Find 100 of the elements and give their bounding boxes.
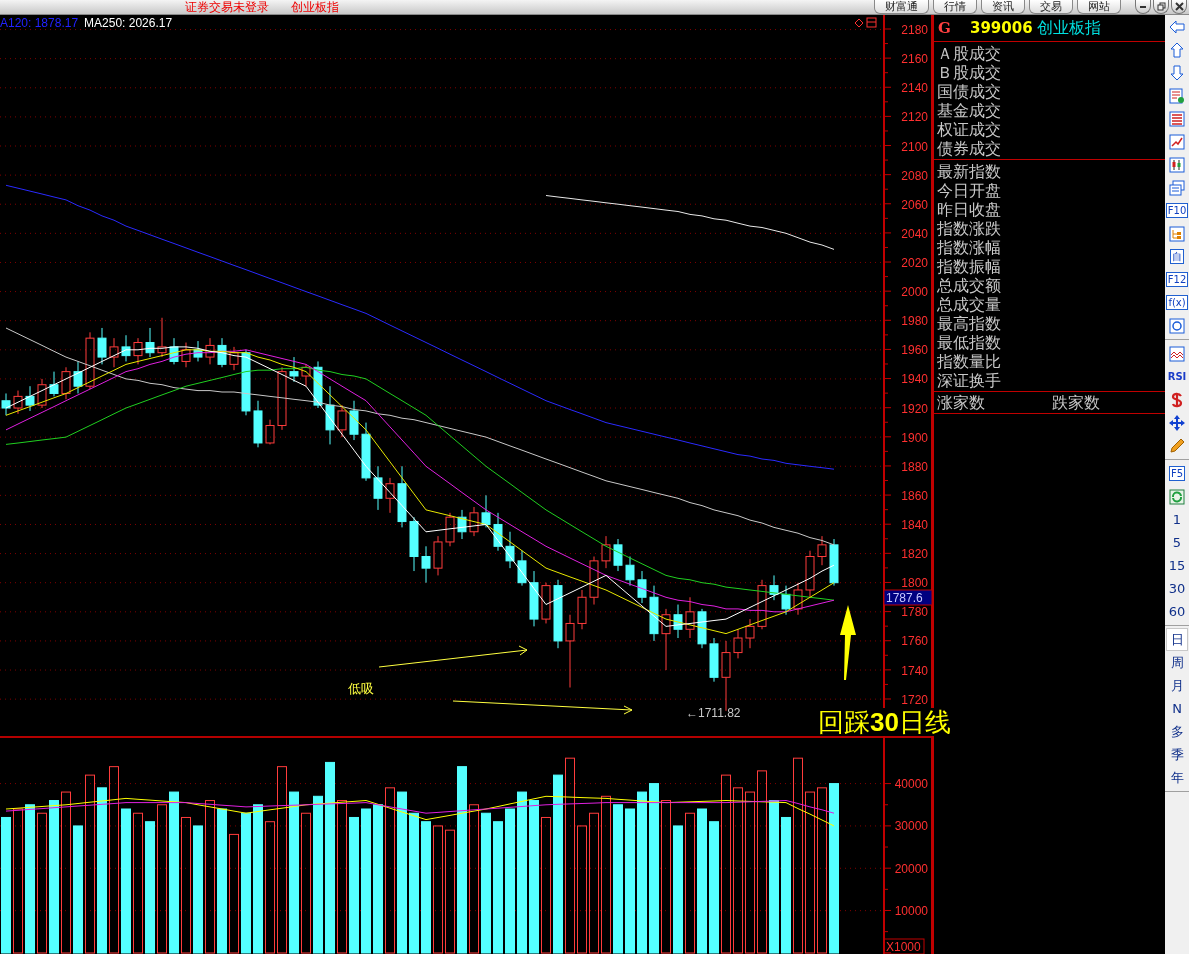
field-label: 指数量比 — [937, 352, 1002, 371]
candlestick — [277, 366, 287, 431]
candlestick — [697, 608, 707, 649]
price-axis-label: 1720 — [901, 692, 928, 707]
period-button[interactable]: 日 — [1166, 628, 1188, 651]
menu-tab-button[interactable]: 行情 — [933, 0, 977, 14]
candlestick — [385, 477, 395, 514]
market-flag-label: G — [938, 19, 952, 37]
candlestick — [97, 327, 107, 365]
tree-icon — [1169, 225, 1185, 242]
price-axis-label: 1880 — [901, 459, 928, 474]
price-axis-label: 2060 — [901, 197, 928, 212]
period-button[interactable]: 1 — [1166, 508, 1188, 531]
field-label: Ａ股成交 — [937, 44, 1002, 63]
candlestick — [685, 596, 695, 639]
close-button[interactable] — [1171, 0, 1187, 14]
candlestick — [577, 589, 587, 630]
window-icon — [866, 17, 877, 28]
price-axis-label: 1800 — [901, 576, 928, 591]
candlestick — [673, 604, 683, 639]
candlestick — [253, 400, 263, 448]
price-axis-label: 1760 — [901, 634, 928, 649]
price-axis-label: 2080 — [901, 168, 928, 183]
windows-icon — [1169, 179, 1185, 196]
period-button[interactable]: 月 — [1166, 674, 1188, 697]
price-axis-label: 1820 — [901, 547, 928, 562]
index-code: 399006 — [970, 19, 1033, 37]
candlestick — [781, 585, 791, 616]
candlestick — [457, 509, 467, 540]
field-label: 总成交量 — [937, 295, 1002, 314]
field-label: 最高指数 — [937, 314, 1002, 333]
field-label: 深证换手 — [937, 371, 1002, 390]
candlestick-icon — [1169, 156, 1185, 173]
price-axis-label: 1960 — [901, 343, 928, 358]
minimize-button[interactable] — [1135, 0, 1151, 14]
candlestick — [37, 378, 47, 409]
field-label: 权证成交 — [937, 120, 1002, 139]
field-label: 最低指数 — [937, 333, 1002, 352]
candlestick — [13, 390, 23, 415]
price-axis-label: 2100 — [901, 139, 928, 154]
candlestick — [181, 342, 191, 368]
candlestick — [397, 465, 407, 528]
login-status: 证券交易未登录 — [185, 1, 269, 14]
candlestick — [649, 585, 659, 642]
restore-icon — [1156, 2, 1166, 11]
pencil-icon — [1169, 437, 1185, 454]
candlestick — [25, 385, 35, 412]
period-button[interactable]: 5 — [1166, 531, 1188, 554]
field-label: 今日开盘 — [937, 181, 1002, 200]
candlestick — [541, 582, 551, 624]
function-key-button[interactable]: 自 — [1166, 245, 1188, 268]
period-button[interactable]: 30 — [1166, 577, 1188, 600]
unit-label: X1000 — [883, 938, 925, 954]
diamond-icon — [854, 18, 864, 28]
field-label: 国债成交 — [937, 82, 1002, 101]
period-button[interactable]: N — [1166, 697, 1188, 720]
field-label: 总成交额 — [937, 276, 1002, 295]
line-chart-icon — [1169, 133, 1185, 150]
menu-tab-button[interactable]: 财富通 — [874, 0, 929, 14]
period-button[interactable]: 周 — [1166, 651, 1188, 674]
price-axis-label: 1740 — [901, 663, 928, 678]
volume-axis-label: 40000 — [894, 777, 928, 792]
candlestick — [613, 538, 623, 572]
annotation-label: 低吸 — [348, 681, 374, 696]
table-icon — [1169, 110, 1185, 127]
candlestick — [349, 400, 359, 441]
menu-tab-button[interactable]: 资讯 — [981, 0, 1025, 14]
price-axis-label: 2020 — [901, 255, 928, 270]
restore-button[interactable] — [1153, 0, 1169, 14]
candlestick — [337, 404, 347, 438]
candlestick — [73, 360, 83, 394]
period-button[interactable]: 15 — [1166, 554, 1188, 577]
index-name: 创业板指 — [1036, 17, 1101, 39]
candlestick — [85, 331, 95, 390]
field-label: 指数涨幅 — [937, 238, 1002, 257]
price-axis-label: 1840 — [901, 518, 928, 532]
period-button[interactable]: 年 — [1166, 766, 1188, 789]
candlestick — [817, 535, 827, 566]
field-label: 涨家数 — [937, 392, 986, 413]
period-button[interactable]: 季 — [1166, 743, 1188, 766]
price-axis-label: 2180 — [901, 23, 928, 38]
menu-tab-button[interactable]: 交易 — [1029, 0, 1073, 14]
period-button[interactable]: 60 — [1166, 600, 1188, 623]
candlestick — [661, 608, 671, 671]
menu-tab-button[interactable]: 网站 — [1077, 0, 1121, 14]
candlestick — [301, 363, 311, 387]
dollar-icon — [1171, 391, 1183, 408]
candlestick — [205, 337, 215, 365]
candlestick — [49, 371, 59, 397]
price-axis-label: 2140 — [901, 81, 928, 96]
indicator-button[interactable]: RSI — [1166, 365, 1188, 388]
candlestick — [481, 494, 491, 528]
candlestick — [1, 392, 11, 416]
candlestick — [637, 570, 647, 604]
candlestick — [325, 385, 335, 445]
period-button[interactable]: 多 — [1166, 720, 1188, 743]
field-label: 跌家数 — [1052, 392, 1100, 413]
candlestick — [169, 337, 179, 365]
candlestick — [229, 346, 239, 371]
candlestick — [601, 535, 611, 569]
